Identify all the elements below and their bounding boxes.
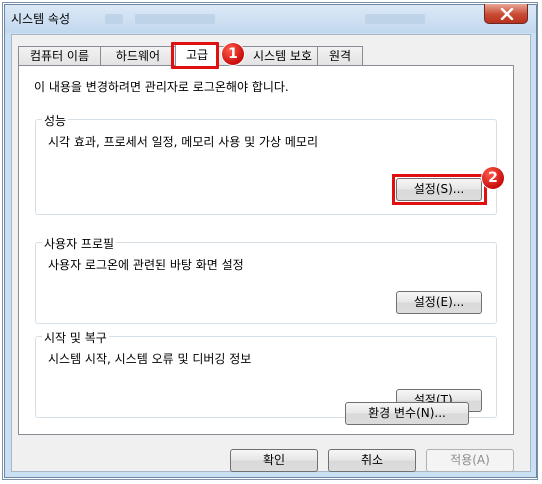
- user-profiles-title: 사용자 프로필: [42, 235, 117, 252]
- step-marker-2: 2: [482, 167, 504, 189]
- ok-button[interactable]: 확인: [230, 449, 318, 472]
- tab-computer-name[interactable]: 컴퓨터 이름: [18, 46, 101, 65]
- startup-recovery-title: 시작 및 복구: [42, 329, 109, 346]
- close-button[interactable]: [484, 4, 528, 24]
- user-profiles-group: 사용자 프로필 사용자 로그온에 관련된 바탕 화면 설정 설정(E)...: [35, 235, 497, 324]
- advanced-tab-panel: 이 내용을 변경하려면 관리자로 로그온해야 합니다. 성능 시각 효과, 프로…: [18, 65, 514, 435]
- apply-button[interactable]: 적용(A): [426, 449, 514, 472]
- title-bar-blur: [365, 14, 425, 24]
- performance-description: 시각 효과, 프로세서 일정, 메모리 사용 및 가상 메모리: [48, 135, 318, 149]
- title-bar-blur: [105, 14, 123, 24]
- step-marker-1: 1: [222, 43, 244, 65]
- performance-group: 성능 시각 효과, 프로세서 일정, 메모리 사용 및 가상 메모리 설정(S)…: [35, 112, 497, 215]
- system-properties-dialog: 시스템 속성 컴퓨터 이름 하드웨어 고급 시스템 보호 원격 1 이 내용을 …: [4, 4, 537, 478]
- environment-variables-button[interactable]: 환경 변수(N)...: [345, 402, 469, 425]
- advanced-tab-highlight: [171, 42, 219, 69]
- title-bar[interactable]: 시스템 속성: [5, 4, 536, 33]
- startup-recovery-description: 시스템 시작, 시스템 오류 및 디버깅 정보: [48, 352, 252, 366]
- performance-title: 성능: [42, 112, 69, 129]
- cancel-button[interactable]: 취소: [328, 449, 416, 472]
- admin-notice: 이 내용을 변경하려면 관리자로 로그온해야 합니다.: [34, 80, 289, 94]
- window-title: 시스템 속성: [11, 12, 71, 26]
- user-profiles-description: 사용자 로그온에 관련된 바탕 화면 설정: [48, 258, 244, 272]
- tab-remote[interactable]: 원격: [317, 46, 363, 65]
- performance-button-highlight: [392, 174, 487, 205]
- title-bar-blur: [135, 14, 215, 24]
- close-icon: [500, 8, 514, 20]
- tab-hardware[interactable]: 하드웨어: [100, 46, 176, 65]
- user-profiles-settings-button[interactable]: 설정(E)...: [396, 291, 482, 314]
- dialog-client-area: 컴퓨터 이름 하드웨어 고급 시스템 보호 원격 1 이 내용을 변경하려면 관…: [11, 34, 531, 472]
